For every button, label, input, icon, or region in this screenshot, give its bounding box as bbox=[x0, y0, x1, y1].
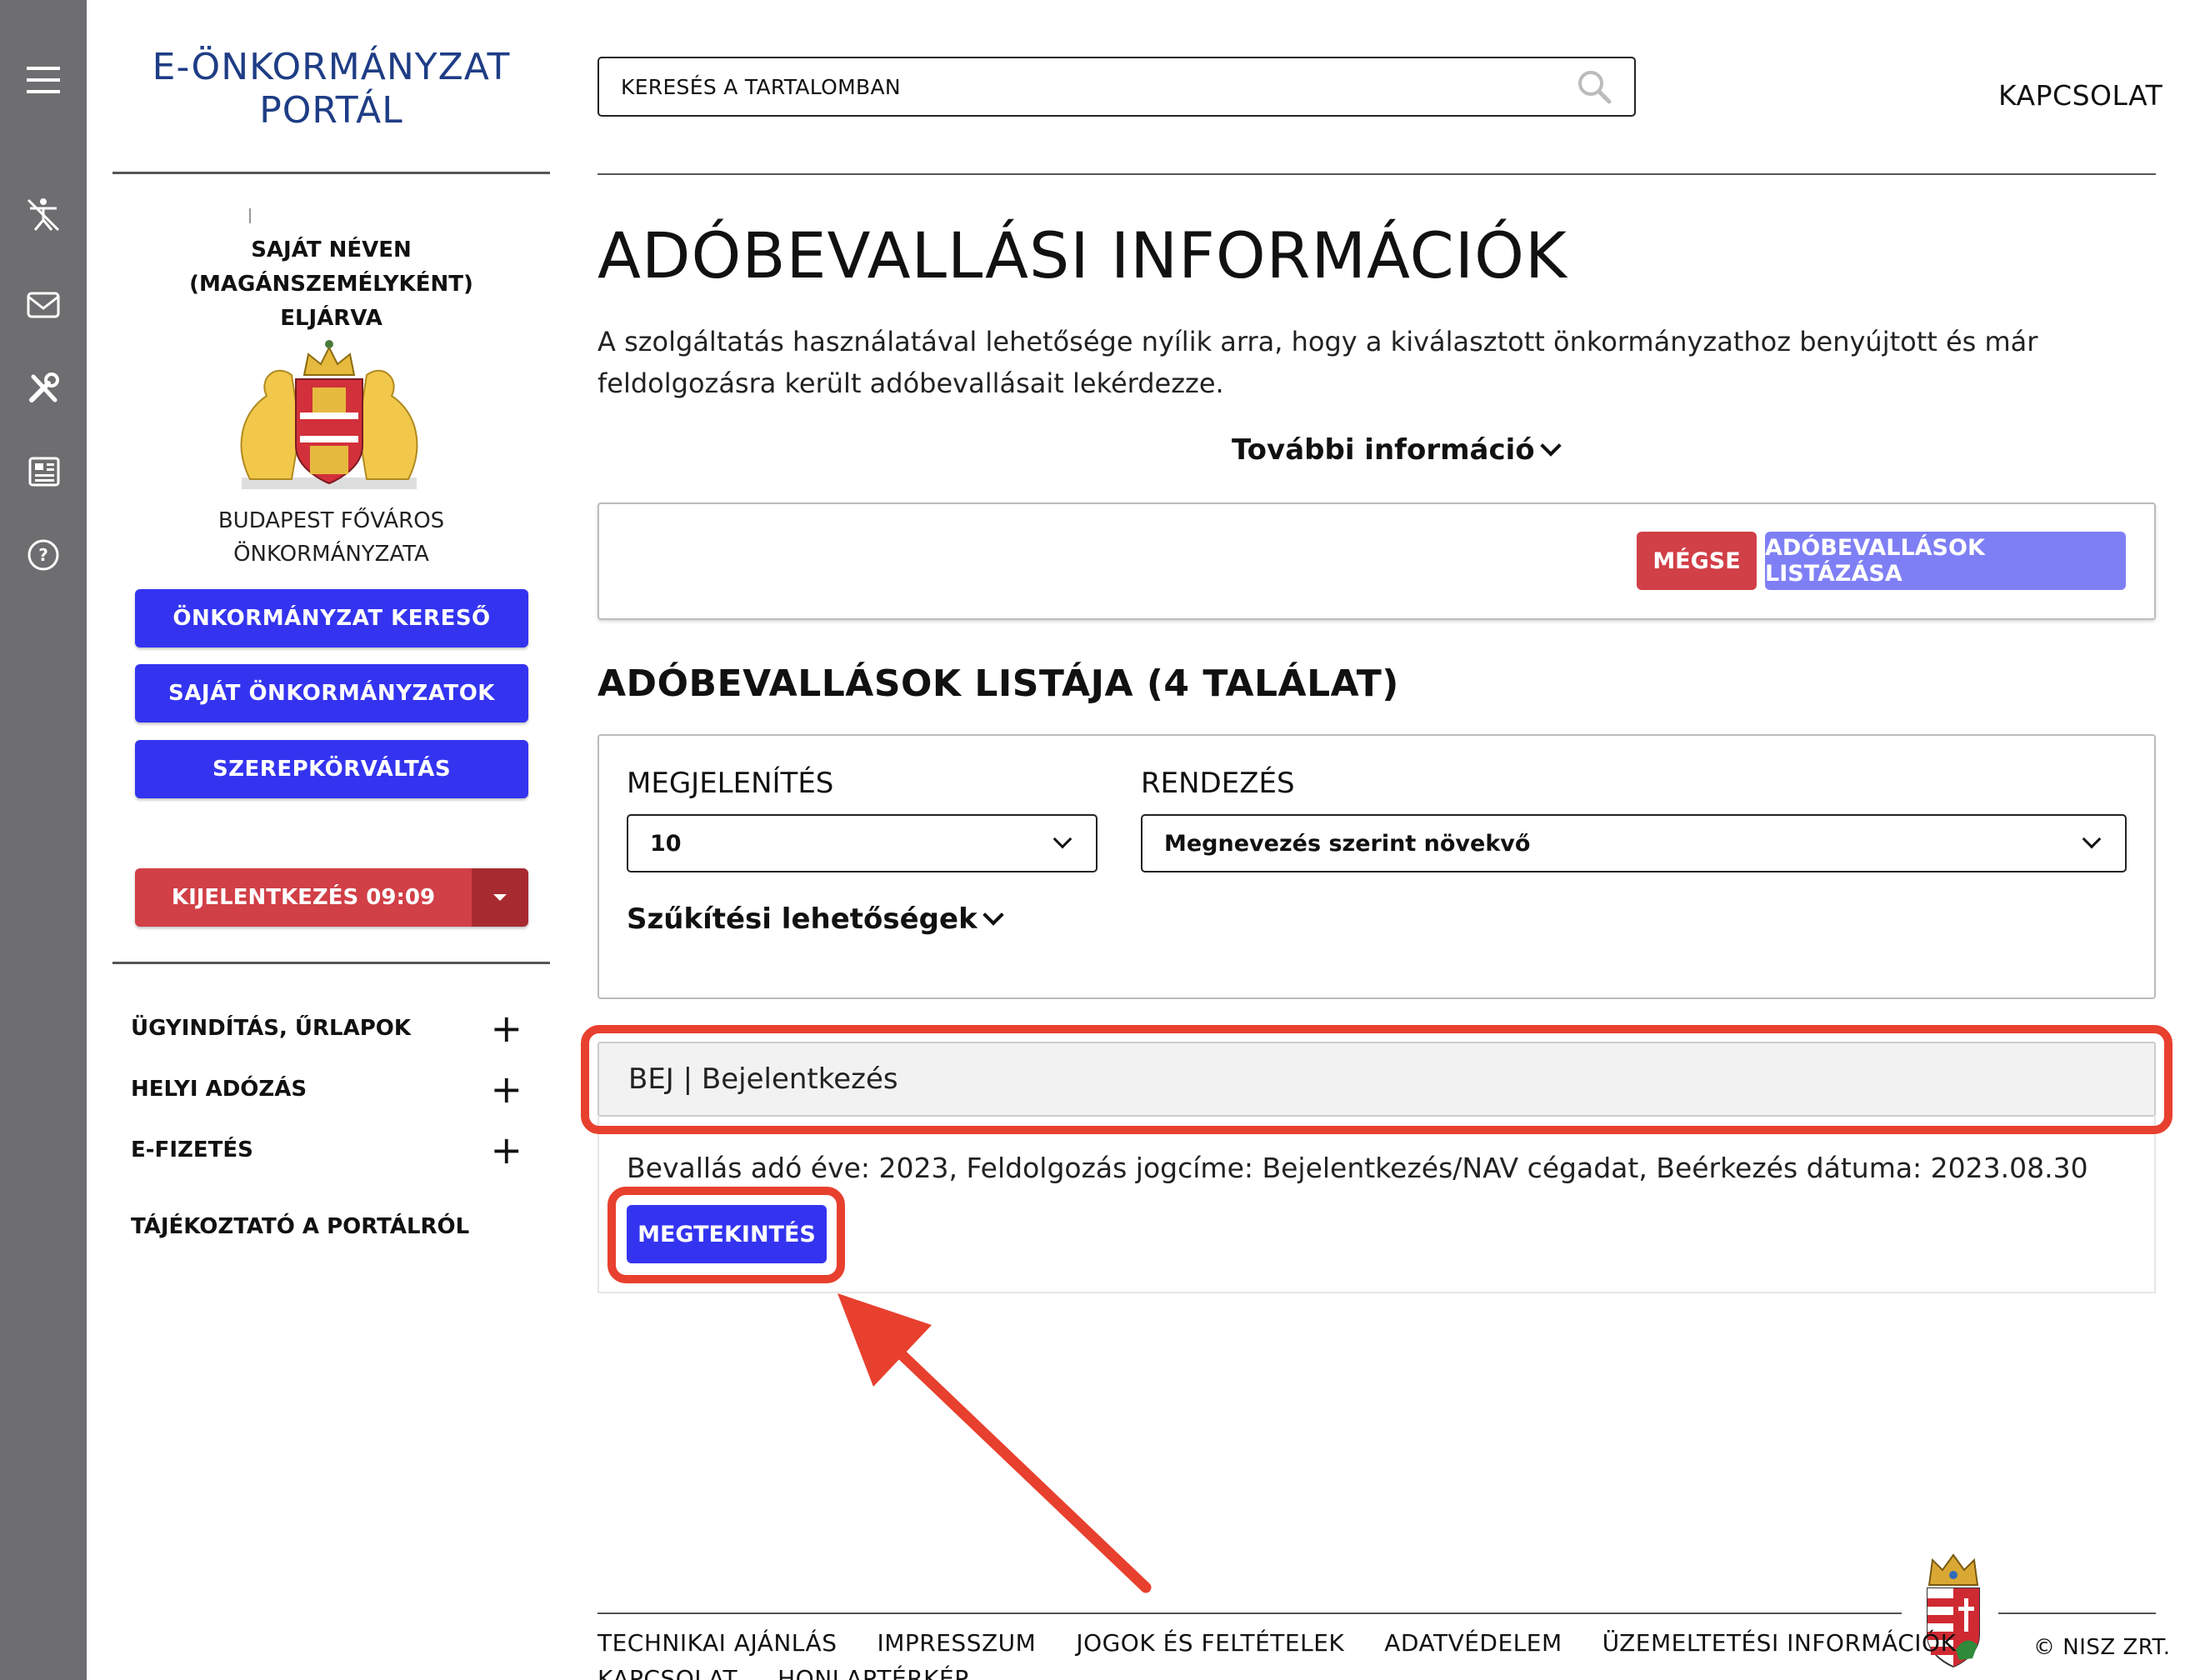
footer-link-imprint[interactable]: IMPRESSZUM bbox=[877, 1629, 1036, 1657]
footer-divider-right bbox=[1998, 1612, 2156, 1614]
plus-icon[interactable]: + bbox=[490, 1131, 522, 1169]
accessibility-icon[interactable] bbox=[18, 190, 68, 240]
copyright: © NISZ ZRT. bbox=[2033, 1635, 2171, 1660]
search-input[interactable]: KERESÉS A TARTALOMBAN bbox=[598, 57, 1636, 117]
logout-button-group: KIJELENTKEZÉS 09:09 bbox=[135, 868, 528, 927]
more-info-toggle[interactable]: További információ bbox=[1232, 433, 1562, 467]
chevron-down-icon bbox=[2082, 829, 2102, 849]
list-title: ADÓBEVALLÁSOK LISTÁJA (4 TALÁLAT) bbox=[598, 662, 1399, 705]
more-info-label: További információ bbox=[1232, 433, 1535, 467]
chevron-down-icon bbox=[982, 904, 1004, 926]
display-count-value: 10 bbox=[650, 830, 682, 857]
footer-divider bbox=[598, 1612, 1902, 1614]
result-item-info: Bevallás adó éve: 2023, Feldolgozás jogc… bbox=[627, 1152, 2088, 1184]
footer-link-contact[interactable]: KAPCSOLAT bbox=[598, 1665, 738, 1680]
own-municipalities-button[interactable]: SAJÁT ÖNKORMÁNYZATOK bbox=[135, 664, 528, 722]
search-icon[interactable] bbox=[1574, 67, 1616, 108]
footer-link-privacy[interactable]: ADATVÉDELEM bbox=[1384, 1629, 1562, 1657]
footer-link-terms[interactable]: JOGOK ÉS FELTÉTELEK bbox=[1076, 1629, 1344, 1657]
portal-title-line1: E-ÖNKORMÁNYZAT bbox=[152, 46, 511, 88]
footer-link-technical[interactable]: TECHNIKAI AJÁNLÁS bbox=[598, 1629, 837, 1657]
sidebar-divider-2 bbox=[112, 962, 550, 964]
plus-icon[interactable]: + bbox=[490, 1070, 522, 1108]
role-text: SAJÁT NÉVEN (MAGÁNSZEMÉLYKÉNT) ELJÁRVA bbox=[112, 233, 550, 336]
mail-icon[interactable] bbox=[18, 280, 68, 330]
page-title: ADÓBEVALLÁSI INFORMÁCIÓK bbox=[598, 218, 1568, 292]
sidebar-item-local-tax[interactable]: HELYI ADÓZÁS + bbox=[131, 1068, 522, 1110]
display-count-select[interactable]: 10 bbox=[627, 814, 1098, 872]
display-label: MEGJELENÍTÉS bbox=[627, 767, 834, 800]
sidebar-item-label: ÜGYINDÍTÁS, ŰRLAPOK bbox=[131, 1016, 412, 1041]
logout-dropdown-toggle[interactable] bbox=[472, 868, 528, 927]
highlight-view-button bbox=[608, 1187, 845, 1283]
contact-link[interactable]: KAPCSOLAT bbox=[1998, 79, 2162, 112]
role-switch-button[interactable]: SZEREPKÖRVÁLTÁS bbox=[135, 740, 528, 798]
footer-links-row2: KAPCSOLAT HONLAPTÉRKÉP bbox=[598, 1665, 969, 1680]
sidebar-divider bbox=[112, 172, 550, 174]
municipality-line2: ÖNKORMÁNYZATA bbox=[233, 542, 429, 567]
sidebar-item-label: E-FIZETÉS bbox=[131, 1138, 253, 1162]
sidebar-item-e-payment[interactable]: E-FIZETÉS + bbox=[131, 1129, 522, 1171]
icon-rail: ? bbox=[0, 0, 87, 1680]
hamburger-menu-icon[interactable] bbox=[18, 55, 68, 105]
role-line1: SAJÁT NÉVEN (MAGÁNSZEMÉLYKÉNT) bbox=[189, 238, 473, 297]
budapest-coat-of-arms-icon bbox=[240, 340, 418, 489]
portal-title-line2: PORTÁL bbox=[259, 89, 403, 132]
municipality-search-button[interactable]: ÖNKORMÁNYZAT KERESŐ bbox=[135, 589, 528, 648]
search-placeholder: KERESÉS A TARTALOMBAN bbox=[621, 74, 901, 99]
footer-link-sitemap[interactable]: HONLAPTÉRKÉP bbox=[778, 1665, 969, 1680]
sidebar-item-label: HELYI ADÓZÁS bbox=[131, 1077, 308, 1102]
header-divider bbox=[598, 173, 2156, 175]
decorative-tick bbox=[249, 208, 251, 223]
municipality-line1: BUDAPEST FŐVÁROS bbox=[218, 508, 445, 533]
caret-down-icon bbox=[493, 894, 507, 901]
sort-value: Megnevezés szerint növekvő bbox=[1164, 830, 1531, 857]
portal-logo[interactable]: E-ÖNKORMÁNYZAT PORTÁL bbox=[112, 46, 550, 132]
footer-links: TECHNIKAI AJÁNLÁS IMPRESSZUM JOGOK ÉS FE… bbox=[598, 1629, 1956, 1657]
cancel-button[interactable]: MÉGSE bbox=[1637, 532, 1757, 590]
sidebar-item-portal-info[interactable]: TÁJÉKOZTATÓ A PORTÁLRÓL bbox=[131, 1206, 522, 1248]
sort-select[interactable]: Megnevezés szerint növekvő bbox=[1141, 814, 2127, 872]
tools-icon[interactable] bbox=[18, 363, 68, 413]
highlight-result-header bbox=[581, 1025, 2172, 1134]
list-returns-button[interactable]: ADÓBEVALLÁSOK LISTÁZÁSA bbox=[1765, 532, 2126, 590]
filter-options-toggle[interactable]: Szűkítési lehetőségek bbox=[627, 902, 1004, 936]
chevron-down-icon bbox=[1052, 829, 1072, 849]
footer-link-operations[interactable]: ÜZEMELTETÉSI INFORMÁCIÓK bbox=[1602, 1629, 1957, 1657]
filter-options-label: Szűkítési lehetőségek bbox=[627, 902, 978, 936]
plus-icon[interactable]: + bbox=[490, 1009, 522, 1048]
sidebar-item-cases[interactable]: ÜGYINDÍTÁS, ŰRLAPOK + bbox=[131, 1008, 522, 1049]
sidebar-item-label: TÁJÉKOZTATÓ A PORTÁLRÓL bbox=[131, 1214, 470, 1239]
page-description: A szolgáltatás használatával lehetősége … bbox=[598, 326, 2038, 399]
chevron-down-icon bbox=[1539, 435, 1562, 457]
svg-text:?: ? bbox=[38, 545, 48, 565]
help-icon[interactable]: ? bbox=[18, 530, 68, 580]
logout-button[interactable]: KIJELENTKEZÉS 09:09 bbox=[135, 868, 472, 927]
sort-label: RENDEZÉS bbox=[1141, 767, 1295, 800]
news-icon[interactable] bbox=[18, 447, 68, 497]
municipality-name: BUDAPEST FŐVÁROS ÖNKORMÁNYZATA bbox=[112, 504, 550, 571]
